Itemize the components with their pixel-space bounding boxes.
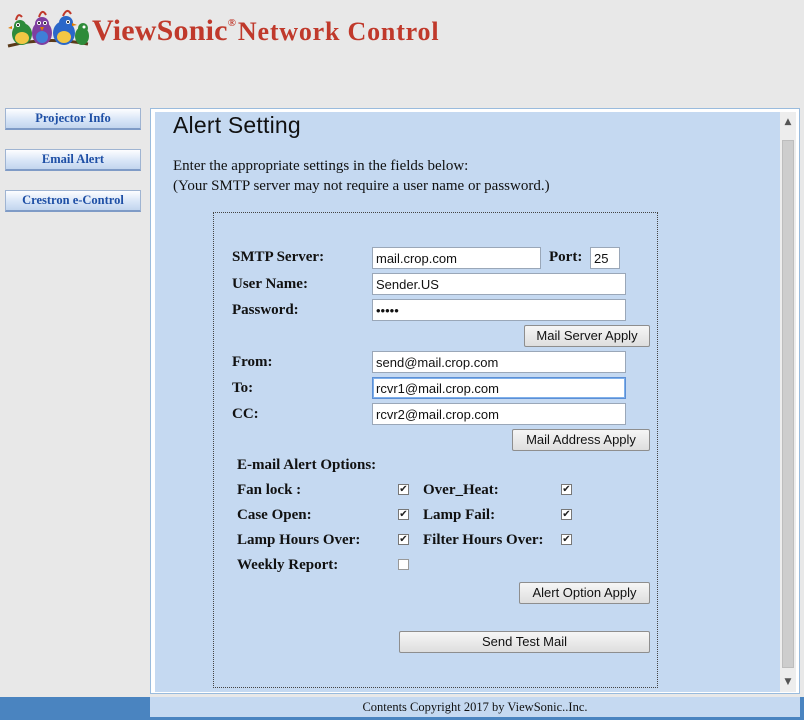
fan-lock-label: Fan lock : [237,482,302,498]
alert-setting-panel: Alert Setting Enter the appropriate sett… [155,112,780,692]
port-label: Port: [549,249,583,265]
sidebar-item-email-alert[interactable]: Email Alert [5,149,141,171]
to-input[interactable] [372,377,626,399]
email-alert-options-heading: E-mail Alert Options: [237,457,377,473]
viewsonic-birds-logo-icon [7,10,89,48]
from-input[interactable] [372,351,626,373]
lamp-fail-checkbox[interactable]: ✔ [561,509,572,520]
to-label: To: [232,380,254,396]
lamp-fail-label: Lamp Fail: [423,507,496,523]
filter-hours-over-label: Filter Hours Over: [423,532,544,548]
port-input[interactable] [590,247,620,269]
send-test-mail-button[interactable]: Send Test Mail [399,631,650,653]
intro-text: Enter the appropriate settings in the fi… [173,158,469,174]
registered-mark: ® [227,17,236,29]
password-label: Password: [232,302,299,318]
lamp-hours-over-checkbox[interactable]: ✔ [398,534,409,545]
scroll-down-arrow-icon[interactable]: ▼ [780,674,796,690]
user-name-input[interactable] [372,273,626,295]
copyright-text: Contents Copyright 2017 by ViewSonic..In… [150,697,800,717]
checkmark-icon: ✔ [399,534,408,545]
checkmark-icon: ✔ [562,509,571,520]
checkmark-icon: ✔ [399,484,408,495]
fan-lock-checkbox[interactable]: ✔ [398,484,409,495]
app-title: ViewSonic®Network Control [92,14,439,48]
lamp-hours-over-label: Lamp Hours Over: [237,532,361,548]
cc-label: CC: [232,406,259,422]
mail-address-apply-button[interactable]: Mail Address Apply [512,429,650,451]
over-heat-label: Over_Heat: [423,482,499,498]
settings-box: SMTP Server: Port: User Name: Password: … [213,212,658,688]
footer: Contents Copyright 2017 by ViewSonic..In… [0,697,804,720]
filter-hours-over-checkbox[interactable]: ✔ [561,534,572,545]
checkmark-icon: ✔ [399,509,408,520]
mail-server-apply-button[interactable]: Mail Server Apply [524,325,650,347]
cc-input[interactable] [372,403,626,425]
brand-name: ViewSonic [92,14,228,47]
case-open-checkbox[interactable]: ✔ [398,509,409,520]
user-name-label: User Name: [232,276,308,292]
smtp-server-input[interactable] [372,247,541,269]
scrollbar-thumb[interactable] [782,140,794,668]
sidebar-item-projector-info[interactable]: Projector Info [5,108,141,130]
from-label: From: [232,354,273,370]
password-input[interactable] [372,299,626,321]
intro-note: (Your SMTP server may not require a user… [173,178,550,194]
sidebar-item-crestron-e-control[interactable]: Crestron e-Control [5,190,141,212]
product-name: Network Control [237,17,440,46]
weekly-report-label: Weekly Report: [237,557,339,573]
alert-option-apply-button[interactable]: Alert Option Apply [519,582,650,604]
header: ViewSonic®Network Control [0,0,804,100]
scroll-up-arrow-icon[interactable]: ▲ [780,114,796,130]
checkmark-icon: ✔ [562,484,571,495]
checkmark-icon: ✔ [562,534,571,545]
smtp-server-label: SMTP Server: [232,249,325,265]
case-open-label: Case Open: [237,507,312,523]
page-title: Alert Setting [173,112,301,138]
vertical-scrollbar[interactable]: ▲ ▼ [780,112,796,692]
over-heat-checkbox[interactable]: ✔ [561,484,572,495]
weekly-report-checkbox[interactable] [398,559,409,570]
